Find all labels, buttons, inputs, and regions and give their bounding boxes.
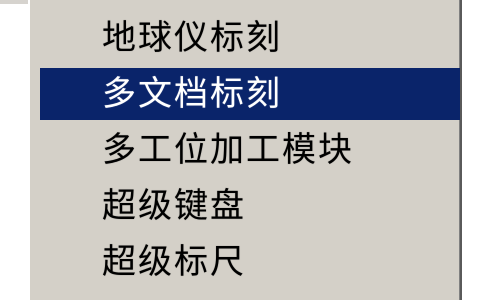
screen: 地球仪标刻 多文档标刻 多工位加工模块 超级键盘 超级标尺 <box>0 0 484 300</box>
popup-menu: 地球仪标刻 多文档标刻 多工位加工模块 超级键盘 超级标尺 <box>28 0 462 300</box>
menu-item-multi-station-module[interactable]: 多工位加工模块 <box>40 124 460 176</box>
menu-item-label: 多工位加工模块 <box>102 130 354 170</box>
menu-item-multi-document-marking[interactable]: 多文档标刻 <box>40 68 460 120</box>
menu-item-super-keyboard[interactable]: 超级键盘 <box>40 180 460 232</box>
background-window-content <box>462 0 484 300</box>
menu-item-label: 超级标尺 <box>102 242 246 282</box>
menu-item-label: 超级键盘 <box>102 186 246 226</box>
menu-item-label: 多文档标刻 <box>102 74 282 114</box>
menu-item-super-ruler[interactable]: 超级标尺 <box>40 236 460 288</box>
menu-item-globe-marking[interactable]: 地球仪标刻 <box>40 12 460 64</box>
menu-item-label: 地球仪标刻 <box>102 18 282 58</box>
